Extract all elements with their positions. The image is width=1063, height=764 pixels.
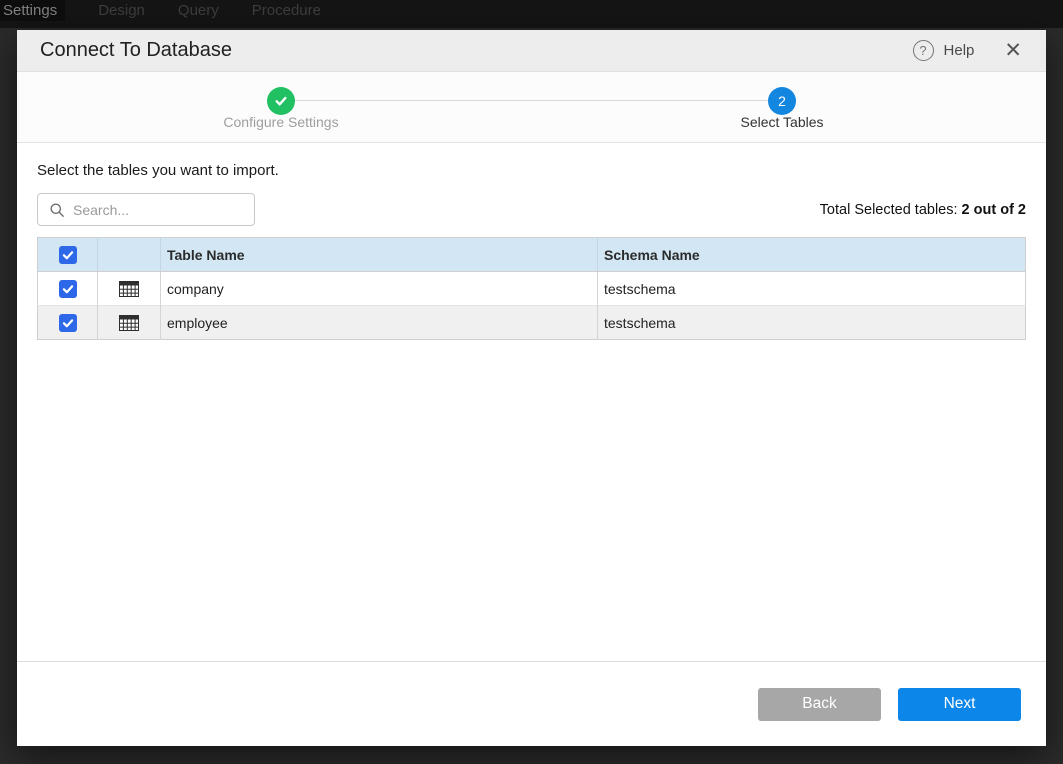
dialog-body: Select the tables you want to import. To… [17, 143, 1046, 661]
background-tab-settings[interactable]: Settings [0, 0, 65, 21]
selected-tables-summary-label: Total Selected tables: [820, 202, 962, 218]
help-icon: ? [913, 40, 934, 61]
schema-name-cell: testschema [598, 272, 1026, 306]
column-header-schema-name[interactable]: Schema Name [598, 238, 1026, 272]
table-name-cell: employee [161, 306, 598, 340]
help-label: Help [944, 42, 975, 59]
table-row[interactable]: company testschema [38, 272, 1026, 306]
selected-tables-summary: Total Selected tables: 2 out of 2 [820, 202, 1026, 218]
background-tab-design[interactable]: Design [98, 0, 145, 21]
search-row: Total Selected tables: 2 out of 2 [37, 193, 1026, 226]
step-2-label: Select Tables [682, 114, 882, 130]
step-1-completed-check-icon[interactable] [267, 87, 295, 115]
wizard-stepper: 2 Configure Settings Select Tables [17, 72, 1046, 143]
tables-list: Table Name Schema Name [37, 237, 1026, 340]
connect-to-database-dialog: Connect To Database ? Help ✕ 2 Configure… [17, 30, 1046, 746]
background-tab-query[interactable]: Query [178, 0, 219, 21]
dialog-footer: Back Next [17, 661, 1046, 746]
select-all-checkbox[interactable] [59, 246, 77, 264]
stepper-connector-line [295, 100, 768, 101]
next-button[interactable]: Next [898, 688, 1021, 721]
search-icon [49, 202, 65, 218]
schema-name-cell: testschema [598, 306, 1026, 340]
step-2-number-badge[interactable]: 2 [768, 87, 796, 115]
dialog-title: Connect To Database [40, 39, 913, 62]
back-button[interactable]: Back [758, 688, 881, 721]
dialog-header: Connect To Database ? Help ✕ [17, 30, 1046, 72]
search-input[interactable] [73, 202, 233, 218]
row-checkbox[interactable] [59, 314, 77, 332]
table-name-cell: company [161, 272, 598, 306]
help-button[interactable]: ? Help [913, 40, 975, 61]
selected-tables-summary-value: 2 out of 2 [962, 202, 1026, 218]
close-icon[interactable]: ✕ [1004, 40, 1022, 61]
column-header-table-name[interactable]: Table Name [161, 238, 598, 272]
table-grid-icon [119, 315, 139, 331]
background-tab-bar: Settings Design Query Procedure [0, 0, 1063, 28]
instruction-text: Select the tables you want to import. [37, 162, 1026, 179]
background-tab-procedure[interactable]: Procedure [252, 0, 321, 21]
table-header-row: Table Name Schema Name [38, 238, 1026, 272]
step-1-label: Configure Settings [181, 114, 381, 130]
table-row[interactable]: employee testschema [38, 306, 1026, 340]
row-checkbox[interactable] [59, 280, 77, 298]
search-field[interactable] [37, 193, 255, 226]
table-grid-icon [119, 281, 139, 297]
